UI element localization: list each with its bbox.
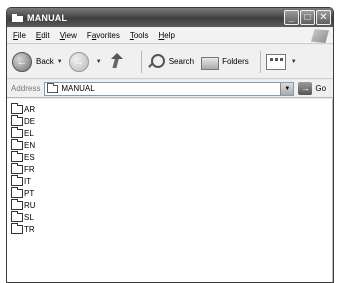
folder-icon	[11, 139, 23, 150]
address-value: MANUAL	[61, 84, 95, 93]
toolbar-separator	[140, 50, 142, 73]
minimize-button[interactable]: _	[284, 10, 299, 25]
folder-icon	[11, 223, 23, 234]
back-label: Back	[36, 57, 54, 66]
folder-icon	[11, 151, 23, 162]
go-button[interactable]: → Go	[298, 82, 326, 95]
close-button[interactable]: ✕	[316, 10, 331, 25]
window-title: MANUAL	[27, 12, 68, 23]
folder-name: FR	[24, 164, 35, 174]
folder-name: TR	[24, 224, 35, 234]
folder-name: EL	[24, 128, 34, 138]
windows-logo-icon	[311, 29, 329, 43]
list-item[interactable]: TR	[11, 223, 36, 235]
folder-icon	[11, 199, 23, 210]
menu-favorites[interactable]: Favorites	[87, 31, 120, 40]
list-item[interactable]: EL	[11, 127, 36, 139]
folder-icon	[11, 211, 23, 222]
list-item[interactable]: EN	[11, 139, 36, 151]
file-list-pane[interactable]: AR DE EL EN ES FR IT PT RU SL TR	[7, 99, 333, 282]
up-button[interactable]	[108, 52, 130, 71]
list-item[interactable]: RU	[11, 199, 36, 211]
views-dropdown-icon[interactable]: ▼	[291, 59, 297, 65]
list-item[interactable]: AR	[11, 103, 36, 115]
folders-label: Folders	[222, 57, 249, 66]
window-controls: _ □ ✕	[284, 10, 331, 25]
folders-button[interactable]: Folders	[200, 53, 249, 71]
folder-name: DE	[24, 116, 36, 126]
go-arrow-icon: →	[298, 82, 313, 95]
address-bar: Address MANUAL ▼ → Go	[7, 80, 333, 98]
folder-name: PT	[24, 188, 35, 198]
folder-name: ES	[24, 152, 35, 162]
maximize-button[interactable]: □	[300, 10, 315, 25]
title-bar[interactable]: MANUAL _ □ ✕	[7, 8, 333, 27]
folder-name: AR	[24, 104, 36, 114]
back-button[interactable]: ← Back ▼	[12, 51, 63, 72]
folder-icon	[11, 115, 23, 126]
views-button[interactable]: ▼	[265, 53, 297, 70]
menu-help[interactable]: Help	[159, 31, 175, 40]
folder-icon	[11, 127, 23, 138]
up-folder-icon	[108, 52, 126, 71]
menu-file[interactable]: File	[13, 31, 26, 40]
forward-button[interactable]: → ▼	[68, 51, 102, 72]
folder-name: EN	[24, 140, 36, 150]
folder-name: RU	[24, 200, 36, 210]
search-icon	[147, 53, 165, 71]
address-input[interactable]: MANUAL ▼	[44, 81, 295, 96]
views-icon	[265, 53, 286, 70]
back-arrow-icon: ←	[12, 51, 32, 72]
menu-bar: File Edit View Favorites Tools Help	[7, 28, 333, 44]
folder-icon	[12, 13, 23, 22]
folders-icon	[200, 53, 220, 71]
folder-icon	[11, 103, 23, 114]
search-button[interactable]: Search	[147, 53, 194, 71]
toolbar-separator	[259, 50, 261, 73]
folder-icon	[11, 187, 23, 198]
list-item[interactable]: FR	[11, 163, 36, 175]
menu-edit[interactable]: Edit	[36, 31, 50, 40]
forward-arrow-icon: →	[68, 51, 89, 72]
folder-icon	[11, 163, 23, 174]
list-item[interactable]: ES	[11, 151, 36, 163]
forward-dropdown-icon[interactable]: ▼	[96, 59, 102, 65]
address-dropdown-icon[interactable]: ▼	[280, 82, 294, 95]
explorer-window: MANUAL _ □ ✕ File Edit View Favorites To…	[6, 7, 334, 283]
back-dropdown-icon[interactable]: ▼	[57, 59, 63, 65]
list-item[interactable]: DE	[11, 115, 36, 127]
address-label: Address	[11, 84, 41, 93]
menu-tools[interactable]: Tools	[130, 31, 149, 40]
folder-list: AR DE EL EN ES FR IT PT RU SL TR	[11, 103, 36, 235]
folder-name: IT	[24, 176, 32, 186]
list-item[interactable]: PT	[11, 187, 36, 199]
menu-view[interactable]: View	[60, 31, 77, 40]
folder-icon	[47, 82, 59, 93]
folder-icon	[11, 175, 23, 186]
search-label: Search	[168, 57, 195, 66]
list-item[interactable]: SL	[11, 211, 36, 223]
list-item[interactable]: IT	[11, 175, 36, 187]
toolbar: ← Back ▼ → ▼ Search Folders ▼	[7, 45, 333, 79]
folder-name: SL	[24, 212, 34, 222]
go-label: Go	[315, 84, 327, 93]
